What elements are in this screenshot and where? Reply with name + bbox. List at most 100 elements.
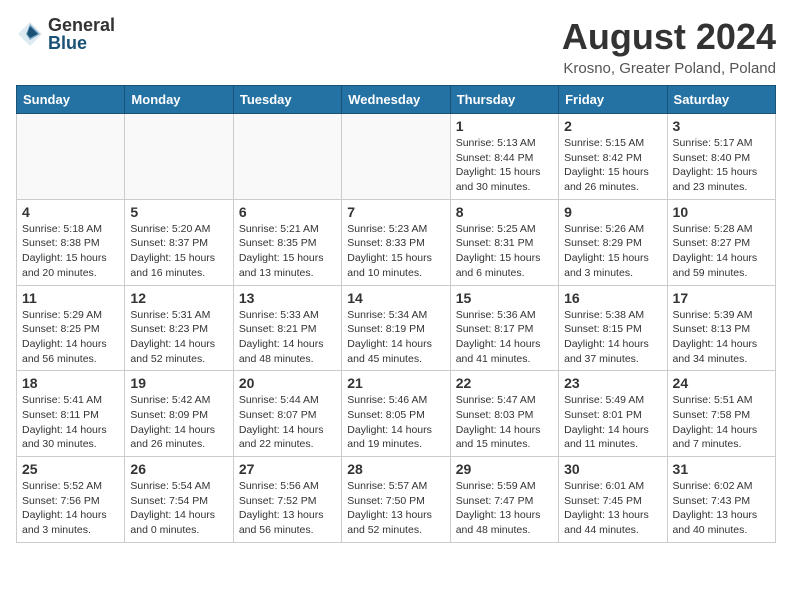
- weekday-header-thursday: Thursday: [450, 86, 558, 114]
- day-cell-19: 19 Sunrise: 5:42 AM Sunset: 8:09 PM Dayli…: [125, 371, 233, 457]
- day-cell-23: 23 Sunrise: 5:49 AM Sunset: 8:01 PM Dayli…: [559, 371, 667, 457]
- day-number: 4: [22, 204, 119, 220]
- page-header: General Blue August 2024 Krosno, Greater…: [16, 16, 776, 77]
- day-number: 8: [456, 204, 553, 220]
- day-cell-15: 15Sunrise: 5:36 AM Sunset: 8:17 PM Dayli…: [450, 285, 558, 371]
- weekday-header-sunday: Sunday: [17, 86, 125, 114]
- day-info: Sunrise: 5:47 AM Sunset: 8:03 PM Dayligh…: [456, 393, 553, 452]
- day-number: 6: [239, 204, 336, 220]
- weekday-header-row: SundayMondayTuesdayWednesdayThursdayFrid…: [17, 86, 776, 114]
- empty-cell: [125, 114, 233, 200]
- day-number: 30: [564, 461, 661, 477]
- day-number: 28: [347, 461, 444, 477]
- weekday-header-monday: Monday: [125, 86, 233, 114]
- logo: General Blue: [16, 16, 115, 52]
- day-info: Sunrise: 6:02 AM Sunset: 7:43 PM Dayligh…: [673, 479, 770, 538]
- day-cell-3: 3 Sunrise: 5:17 AM Sunset: 8:40 PM Daylig…: [667, 114, 775, 200]
- day-info: Sunrise: 5:41 AM Sunset: 8:11 PM Dayligh…: [22, 393, 119, 452]
- day-info: Sunrise: 5:51 AM Sunset: 7:58 PM Dayligh…: [673, 393, 770, 452]
- day-number: 9: [564, 204, 661, 220]
- day-number: 3: [673, 118, 770, 134]
- day-info: Sunrise: 5:44 AM Sunset: 8:07 PM Dayligh…: [239, 393, 336, 452]
- day-info: Sunrise: 5:25 AM Sunset: 8:31 PM Dayligh…: [456, 222, 553, 281]
- day-number: 20: [239, 375, 336, 391]
- month-year: August 2024: [562, 16, 776, 58]
- day-cell-25: 25 Sunrise: 5:52 AM Sunset: 7:56 PM Dayli…: [17, 457, 125, 543]
- day-cell-13: 13 Sunrise: 5:33 AM Sunset: 8:21 PM Dayli…: [233, 285, 341, 371]
- day-number: 25: [22, 461, 119, 477]
- day-cell-4: 4Sunrise: 5:18 AM Sunset: 8:38 PM Daylig…: [17, 199, 125, 285]
- day-number: 31: [673, 461, 770, 477]
- day-cell-2: 2Sunrise: 5:15 AM Sunset: 8:42 PM Daylig…: [559, 114, 667, 200]
- day-info: Sunrise: 5:59 AM Sunset: 7:47 PM Dayligh…: [456, 479, 553, 538]
- day-info: Sunrise: 5:46 AM Sunset: 8:05 PM Dayligh…: [347, 393, 444, 452]
- day-cell-27: 27 Sunrise: 5:56 AM Sunset: 7:52 PM Dayli…: [233, 457, 341, 543]
- day-number: 12: [130, 290, 227, 306]
- empty-cell: [342, 114, 450, 200]
- day-cell-5: 5 Sunrise: 5:20 AM Sunset: 8:37 PM Daylig…: [125, 199, 233, 285]
- weekday-header-saturday: Saturday: [667, 86, 775, 114]
- day-info: Sunrise: 5:20 AM Sunset: 8:37 PM Dayligh…: [130, 222, 227, 281]
- day-cell-18: 18Sunrise: 5:41 AM Sunset: 8:11 PM Dayli…: [17, 371, 125, 457]
- day-info: Sunrise: 5:56 AM Sunset: 7:52 PM Dayligh…: [239, 479, 336, 538]
- day-cell-11: 11Sunrise: 5:29 AM Sunset: 8:25 PM Dayli…: [17, 285, 125, 371]
- week-row-4: 18Sunrise: 5:41 AM Sunset: 8:11 PM Dayli…: [17, 371, 776, 457]
- empty-cell: [17, 114, 125, 200]
- day-info: Sunrise: 5:23 AM Sunset: 8:33 PM Dayligh…: [347, 222, 444, 281]
- day-number: 7: [347, 204, 444, 220]
- day-number: 29: [456, 461, 553, 477]
- day-info: Sunrise: 5:28 AM Sunset: 8:27 PM Dayligh…: [673, 222, 770, 281]
- day-number: 27: [239, 461, 336, 477]
- day-cell-24: 24 Sunrise: 5:51 AM Sunset: 7:58 PM Dayli…: [667, 371, 775, 457]
- day-cell-7: 7 Sunrise: 5:23 AM Sunset: 8:33 PM Daylig…: [342, 199, 450, 285]
- day-number: 15: [456, 290, 553, 306]
- logo-icon: [16, 20, 44, 48]
- day-number: 16: [564, 290, 661, 306]
- calendar-table: SundayMondayTuesdayWednesdayThursdayFrid…: [16, 85, 776, 543]
- day-number: 5: [130, 204, 227, 220]
- day-info: Sunrise: 5:17 AM Sunset: 8:40 PM Dayligh…: [673, 136, 770, 195]
- day-info: Sunrise: 5:42 AM Sunset: 8:09 PM Dayligh…: [130, 393, 227, 452]
- day-info: Sunrise: 5:29 AM Sunset: 8:25 PM Dayligh…: [22, 308, 119, 367]
- day-cell-17: 17 Sunrise: 5:39 AM Sunset: 8:13 PM Dayli…: [667, 285, 775, 371]
- day-info: Sunrise: 5:49 AM Sunset: 8:01 PM Dayligh…: [564, 393, 661, 452]
- week-row-3: 11Sunrise: 5:29 AM Sunset: 8:25 PM Dayli…: [17, 285, 776, 371]
- weekday-header-wednesday: Wednesday: [342, 86, 450, 114]
- day-cell-31: 31 Sunrise: 6:02 AM Sunset: 7:43 PM Dayli…: [667, 457, 775, 543]
- day-info: Sunrise: 5:38 AM Sunset: 8:15 PM Dayligh…: [564, 308, 661, 367]
- day-info: Sunrise: 5:31 AM Sunset: 8:23 PM Dayligh…: [130, 308, 227, 367]
- day-number: 21: [347, 375, 444, 391]
- day-info: Sunrise: 5:33 AM Sunset: 8:21 PM Dayligh…: [239, 308, 336, 367]
- day-number: 23: [564, 375, 661, 391]
- day-cell-21: 21 Sunrise: 5:46 AM Sunset: 8:05 PM Dayli…: [342, 371, 450, 457]
- day-cell-30: 30Sunrise: 6:01 AM Sunset: 7:45 PM Dayli…: [559, 457, 667, 543]
- day-number: 19: [130, 375, 227, 391]
- day-cell-10: 10 Sunrise: 5:28 AM Sunset: 8:27 PM Dayli…: [667, 199, 775, 285]
- day-info: Sunrise: 5:21 AM Sunset: 8:35 PM Dayligh…: [239, 222, 336, 281]
- day-cell-22: 22Sunrise: 5:47 AM Sunset: 8:03 PM Dayli…: [450, 371, 558, 457]
- day-info: Sunrise: 5:57 AM Sunset: 7:50 PM Dayligh…: [347, 479, 444, 538]
- day-number: 10: [673, 204, 770, 220]
- day-info: Sunrise: 5:26 AM Sunset: 8:29 PM Dayligh…: [564, 222, 661, 281]
- weekday-header-tuesday: Tuesday: [233, 86, 341, 114]
- day-number: 14: [347, 290, 444, 306]
- day-cell-26: 26Sunrise: 5:54 AM Sunset: 7:54 PM Dayli…: [125, 457, 233, 543]
- day-number: 13: [239, 290, 336, 306]
- day-number: 17: [673, 290, 770, 306]
- week-row-1: 1 Sunrise: 5:13 AM Sunset: 8:44 PM Daylig…: [17, 114, 776, 200]
- day-info: Sunrise: 5:52 AM Sunset: 7:56 PM Dayligh…: [22, 479, 119, 538]
- day-info: Sunrise: 5:34 AM Sunset: 8:19 PM Dayligh…: [347, 308, 444, 367]
- logo-blue: Blue: [48, 34, 115, 52]
- day-cell-9: 9 Sunrise: 5:26 AM Sunset: 8:29 PM Daylig…: [559, 199, 667, 285]
- day-info: Sunrise: 5:54 AM Sunset: 7:54 PM Dayligh…: [130, 479, 227, 538]
- title-section: August 2024 Krosno, Greater Poland, Pola…: [562, 16, 776, 77]
- day-number: 1: [456, 118, 553, 134]
- day-info: Sunrise: 5:13 AM Sunset: 8:44 PM Dayligh…: [456, 136, 553, 195]
- logo-general: General: [48, 16, 115, 34]
- day-info: Sunrise: 5:39 AM Sunset: 8:13 PM Dayligh…: [673, 308, 770, 367]
- day-cell-14: 14 Sunrise: 5:34 AM Sunset: 8:19 PM Dayli…: [342, 285, 450, 371]
- day-number: 24: [673, 375, 770, 391]
- day-number: 2: [564, 118, 661, 134]
- day-cell-20: 20 Sunrise: 5:44 AM Sunset: 8:07 PM Dayli…: [233, 371, 341, 457]
- day-cell-6: 6 Sunrise: 5:21 AM Sunset: 8:35 PM Daylig…: [233, 199, 341, 285]
